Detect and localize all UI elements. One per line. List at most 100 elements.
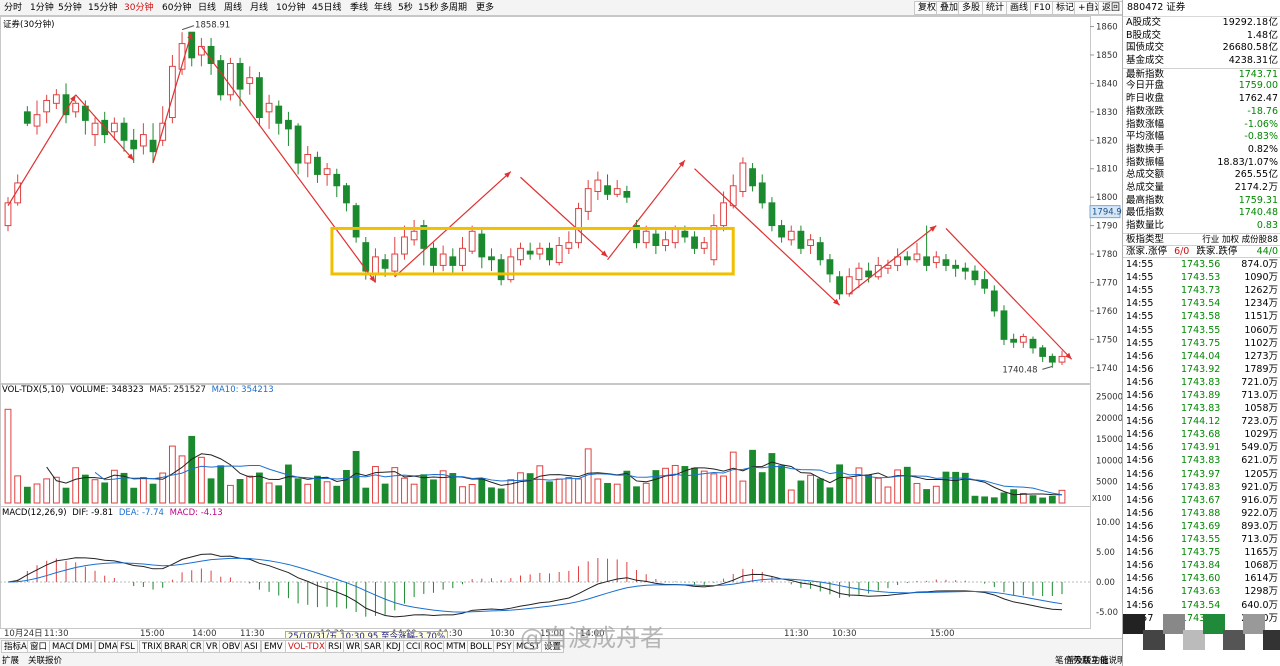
bottom-right-btn-3[interactable]: 势 [1073, 654, 1082, 666]
period-10[interactable]: 45日线 [312, 2, 341, 14]
indicator-tab-11[interactable]: ASI [241, 640, 261, 653]
indicator-tab-14[interactable]: RSI [325, 640, 345, 653]
period-2[interactable]: 5分钟 [58, 2, 82, 14]
indicator-tab-22[interactable]: PSY [493, 640, 515, 653]
period-4[interactable]: 30分钟 [124, 2, 153, 14]
trend-arrow-line [945, 228, 1073, 360]
time-axis-label: 10:30 [490, 629, 515, 638]
candle-body [913, 253, 921, 261]
indicator-tab-21[interactable]: BOLL [467, 640, 495, 653]
indicator-tab-19[interactable]: ROC [421, 640, 446, 653]
stat-label: 指数涨跌 [1126, 105, 1165, 117]
period-12[interactable]: 年线 [374, 2, 392, 14]
candle-body [323, 168, 331, 175]
tick-time: 14:56 [1126, 560, 1154, 572]
up-count-label: 涨家.涨停 [1126, 246, 1168, 258]
draw-line-button[interactable]: 画线 [1006, 1, 1033, 15]
tick-list[interactable]: 14:55 1743.56 874.0万 14:55 1743.53 1090万 14:55… [1123, 258, 1280, 625]
chart-area[interactable]: 1860 1850 1840 1830 1820 1810 1800 1790 1780 1770… [0, 16, 1123, 639]
kline-chart-svg[interactable]: 1860 1850 1840 1830 1820 1810 1800 1790 1780 1770… [0, 16, 1123, 639]
tick-volume: 1068万 [1244, 560, 1278, 572]
multi-stock-button[interactable]: 多股 [958, 1, 985, 15]
vol-header-name: VOL-TDX(5,10) [2, 385, 65, 395]
bottom-right-btn-1[interactable]: 笔 [1055, 654, 1064, 666]
period-13[interactable]: 5秒 [398, 2, 413, 14]
indicator-tab-12[interactable]: EMV [261, 640, 286, 653]
volume-bar [343, 469, 350, 504]
tick-volume: 1151万 [1244, 311, 1278, 323]
mosaic-tile [1223, 630, 1245, 650]
expand-button[interactable]: 扩展 [2, 654, 19, 666]
period-7[interactable]: 周线 [224, 2, 242, 14]
candle-body [807, 239, 814, 246]
f10-button[interactable]: F10 [1030, 1, 1055, 15]
volume-bar [739, 480, 747, 504]
tick-time: 14:56 [1126, 468, 1154, 480]
candle-body [1029, 338, 1037, 349]
trend-arrow-head [70, 94, 76, 102]
stat-unit: 万 [1268, 181, 1278, 193]
candle-body [265, 102, 273, 113]
period-5[interactable]: 60分钟 [162, 2, 191, 14]
candle-body [836, 276, 843, 295]
panel-title: 880472 证券 [1123, 0, 1280, 17]
volume-bar [227, 484, 234, 504]
period-8[interactable]: 月线 [250, 2, 268, 14]
stat-unit: 亿 [1268, 29, 1278, 41]
indicator-tab-20[interactable]: MTM [443, 640, 469, 653]
indicator-tab-3[interactable]: DMI [73, 640, 96, 653]
indicator-tab-0[interactable]: 指标A [1, 640, 30, 653]
board-type-row: 板指类型 行业 加权 成份股88 [1123, 232, 1280, 246]
candle-body [613, 188, 621, 195]
period-0[interactable]: 分时 [4, 2, 22, 14]
time-axis-label: 11:30 [44, 629, 69, 638]
volume-bar [749, 449, 756, 504]
candle-body [797, 230, 805, 249]
volume-bar [130, 487, 138, 504]
indicator-tab-7[interactable]: BRAR [161, 640, 191, 653]
candle-body [787, 230, 795, 241]
volume-bar [497, 488, 505, 504]
tick-volume: 916.0万 [1241, 494, 1278, 506]
period-16[interactable]: 更多 [476, 2, 494, 14]
back-button[interactable]: 返回 [1098, 1, 1125, 15]
stats-button[interactable]: 统计 [982, 1, 1009, 15]
bottom-right-btn-2[interactable]: 价 [1064, 654, 1073, 666]
candle-body [961, 267, 969, 272]
candle-body [391, 253, 399, 272]
period-9[interactable]: 10分钟 [276, 2, 305, 14]
period-14[interactable]: 15秒 [418, 2, 438, 14]
volume-bar [778, 465, 785, 504]
indicator-tab-17[interactable]: KDJ [383, 640, 404, 653]
indicator-tab-1[interactable]: 窗口 [27, 640, 51, 653]
tick-price: 1743.89 [1181, 390, 1221, 401]
tick-price: 1743.73 [1181, 285, 1221, 297]
tick-row: 14:55 1743.56 874.0万 [1123, 258, 1280, 271]
period-11[interactable]: 季线 [350, 2, 368, 14]
indicator-tab-16[interactable]: SAR [361, 640, 385, 653]
related-quote-button[interactable]: 关联报价 [28, 654, 62, 666]
bottom-right-btn-5[interactable]: 主 [1091, 654, 1100, 666]
stat-row: A股成交 19292.18 亿 [1123, 17, 1280, 30]
time-axis-label: 14:00 [192, 629, 217, 638]
period-6[interactable]: 日线 [198, 2, 216, 14]
candle-body [52, 94, 60, 104]
candle-body [845, 276, 853, 295]
period-3[interactable]: 15分钟 [88, 2, 117, 14]
period-1[interactable]: 1分钟 [30, 2, 54, 14]
volume-bar [285, 464, 292, 504]
candle-body [923, 256, 931, 266]
candle-body [275, 105, 283, 124]
volume-bar [236, 479, 244, 504]
bottom-right-btn-6[interactable]: 值 [1100, 654, 1109, 666]
candle-body [343, 185, 350, 204]
indicator-tab-13[interactable]: VOL-TDX [285, 640, 328, 653]
indicator-tab-5[interactable]: FSL [117, 640, 138, 653]
period-15[interactable]: 多周期 [440, 2, 467, 14]
candle-body [110, 122, 118, 133]
indicator-tab-10[interactable]: OBV [219, 640, 244, 653]
bottom-right-btn-4[interactable]: 联 [1082, 654, 1091, 666]
tick-price: 1743.83 [1181, 403, 1221, 415]
tick-time: 14:55 [1126, 272, 1154, 284]
tick-volume: 874.0万 [1241, 259, 1278, 271]
